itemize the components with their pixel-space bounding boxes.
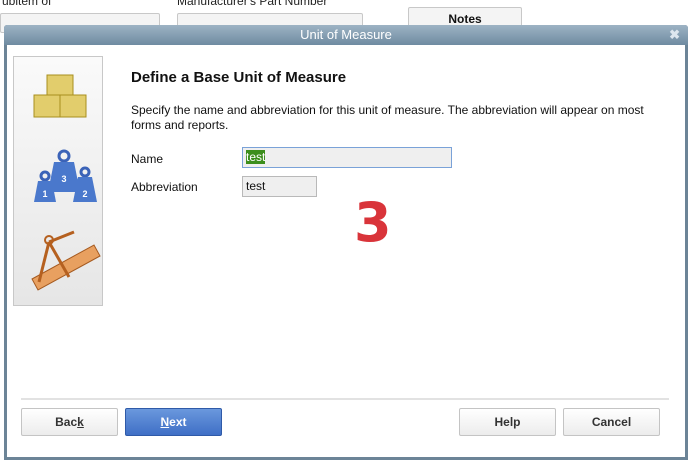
svg-text:3: 3 bbox=[61, 174, 66, 184]
svg-text:1: 1 bbox=[42, 189, 47, 199]
abbreviation-input[interactable]: test bbox=[242, 176, 317, 197]
mpn-label: Manufacturer's Part Number bbox=[177, 0, 328, 8]
divider bbox=[21, 398, 669, 400]
close-icon[interactable]: ✖ bbox=[669, 25, 680, 45]
step-marker: 3 bbox=[354, 191, 392, 254]
svg-text:2: 2 bbox=[82, 189, 87, 199]
title-bar[interactable]: Unit of Measure ✖ bbox=[4, 25, 688, 45]
ruler-compass-icon bbox=[31, 230, 101, 291]
name-label: Name bbox=[131, 152, 164, 166]
cancel-button[interactable]: Cancel bbox=[563, 408, 660, 436]
abbreviation-value: test bbox=[246, 179, 266, 193]
back-button[interactable]: Back bbox=[21, 408, 118, 436]
subitem-label: ubitem of bbox=[2, 0, 52, 8]
wizard-sidebar: 3 1 2 bbox=[13, 56, 103, 306]
page-heading: Define a Base Unit of Measure bbox=[131, 69, 347, 86]
abbreviation-label: Abbreviation bbox=[131, 180, 198, 194]
weights-icon: 3 1 2 bbox=[34, 149, 97, 202]
name-input[interactable]: test bbox=[242, 147, 452, 168]
boxes-icon bbox=[33, 74, 87, 118]
name-value: test bbox=[246, 150, 266, 164]
page-description: Specify the name and abbreviation for th… bbox=[131, 103, 644, 132]
unit-of-measure-dialog: Unit of Measure ✖ 3 1 2 Define a Base Un… bbox=[4, 25, 688, 460]
dialog-title: Unit of Measure bbox=[300, 27, 392, 42]
next-button[interactable]: Next bbox=[125, 408, 222, 436]
help-button[interactable]: Help bbox=[459, 408, 556, 436]
wizard-illustrations: 3 1 2 bbox=[31, 74, 101, 291]
